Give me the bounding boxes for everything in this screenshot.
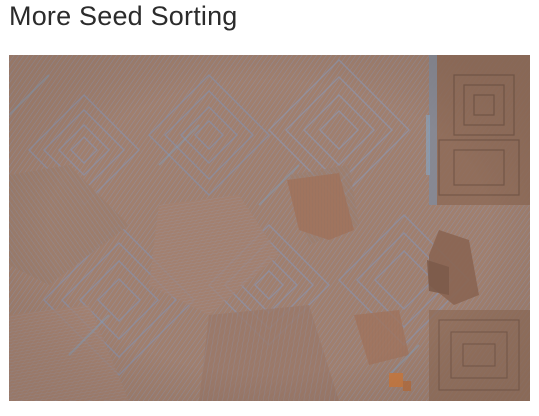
seed-sorting-image: [9, 55, 530, 401]
page-title: More Seed Sorting: [9, 1, 238, 31]
generative-pattern-svg: [9, 55, 530, 401]
